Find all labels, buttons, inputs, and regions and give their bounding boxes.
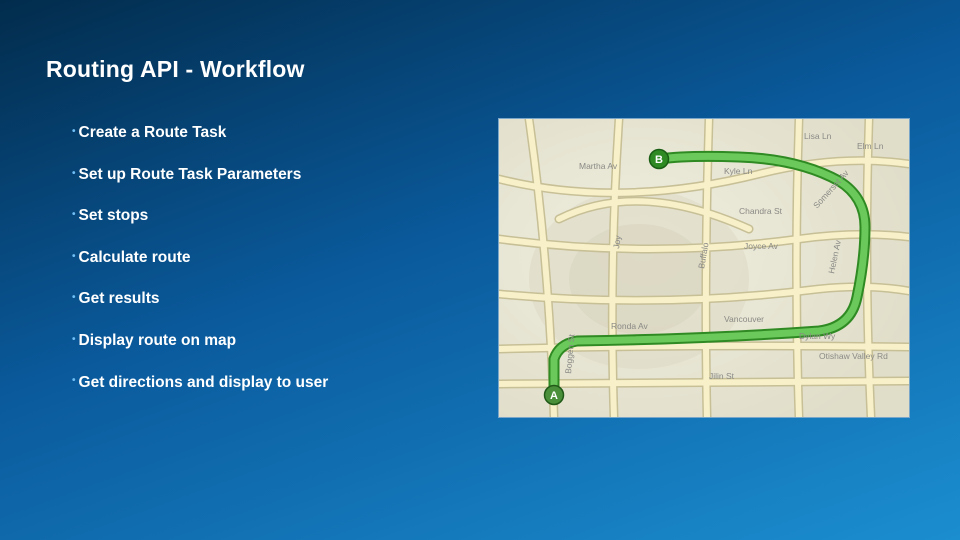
bullet-dot-icon: • [72, 209, 76, 220]
marker-b-icon: B [650, 150, 669, 169]
street-label: Joyce Av [744, 241, 779, 251]
marker-a-label: A [550, 390, 558, 402]
bullet-text: Display route on map [79, 332, 237, 349]
bullet-dot-icon: • [72, 292, 76, 303]
bullet-dot-icon: • [72, 334, 76, 345]
map-svg: Jilin St Dylan Wy Helen Av Somerset Av M… [499, 119, 909, 417]
bullet-dot-icon: • [72, 375, 76, 386]
marker-a-icon: A [545, 386, 564, 405]
bullet-item: •Display route on map [72, 332, 492, 351]
street-label: Martha Av [579, 161, 618, 171]
bullet-text: Set up Route Task Parameters [79, 166, 302, 183]
route-map-image: Jilin St Dylan Wy Helen Av Somerset Av M… [498, 118, 910, 418]
bullet-text: Calculate route [79, 249, 191, 266]
bullet-dot-icon: • [72, 251, 76, 262]
street-label: Chandra St [739, 206, 783, 216]
bullet-item: •Get directions and display to user [72, 374, 492, 393]
bullet-item: •Set up Route Task Parameters [72, 166, 492, 185]
street-label: Jilin St [709, 371, 735, 381]
bullet-item: •Calculate route [72, 249, 492, 268]
bullet-text: Set stops [79, 207, 149, 224]
street-label: Lisa Ln [804, 131, 832, 141]
bullet-item: •Set stops [72, 207, 492, 226]
street-label: Otishaw Valley Rd [819, 351, 888, 361]
slide: Routing API - Workflow •Create a Route T… [0, 0, 960, 540]
street-label: Ronda Av [611, 321, 648, 331]
bullet-text: Create a Route Task [79, 124, 227, 141]
bullet-item: •Create a Route Task [72, 124, 492, 143]
bullet-item: •Get results [72, 290, 492, 309]
slide-title: Routing API - Workflow [46, 56, 305, 83]
street-label: Elm Ln [857, 141, 884, 151]
street-label: Vancouver [724, 314, 764, 324]
bullet-text: Get results [79, 290, 160, 307]
marker-b-label: B [655, 154, 663, 166]
bullet-list: •Create a Route Task •Set up Route Task … [72, 124, 492, 415]
bullet-text: Get directions and display to user [79, 374, 329, 391]
street-label: Kyle Ln [724, 166, 753, 176]
street-label: Dylan Wy [799, 331, 836, 341]
bullet-dot-icon: • [72, 168, 76, 179]
bullet-dot-icon: • [72, 126, 76, 137]
street-label: Joy [611, 234, 623, 249]
